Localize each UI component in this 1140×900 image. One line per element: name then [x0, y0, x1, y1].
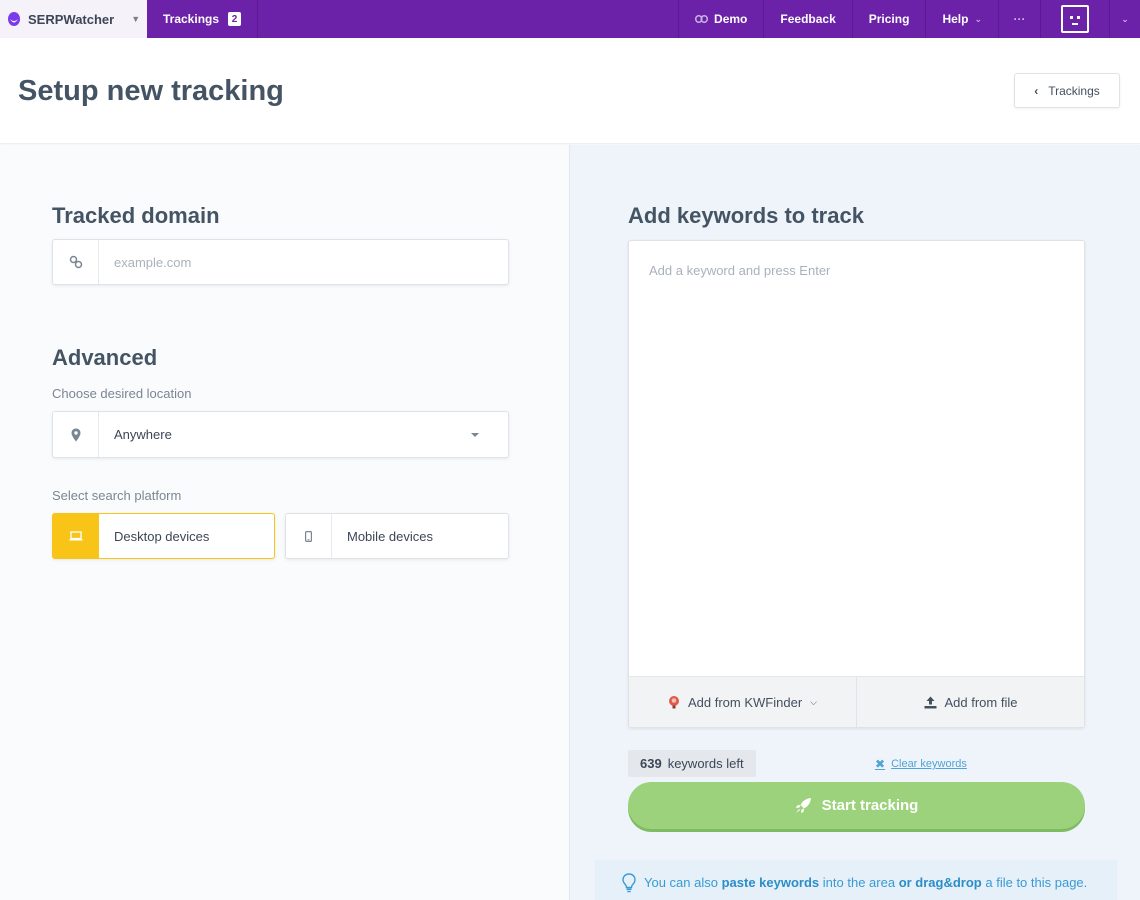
- map-pin-icon: [53, 412, 99, 457]
- app-switcher[interactable]: SERPWatcher ▼: [0, 0, 147, 38]
- hint-part-1: You can also: [644, 875, 718, 890]
- keywords-textarea[interactable]: [629, 241, 1084, 676]
- platform-mobile-label: Mobile devices: [347, 528, 433, 544]
- domain-field: [52, 239, 509, 285]
- keywords-left-count: 639: [640, 756, 662, 771]
- app-name: SERPWatcher: [28, 11, 115, 27]
- hint-drag-drop: or drag&drop: [898, 875, 982, 890]
- account-menu-toggle[interactable]: ⌄: [1110, 0, 1140, 38]
- add-keywords-heading: Add keywords to track: [628, 203, 864, 228]
- link-icon: [53, 240, 99, 284]
- keywords-left-counter: 639 keywords left: [628, 750, 756, 777]
- nav-pricing[interactable]: Pricing: [851, 0, 926, 38]
- chevron-down-icon: ▼: [131, 14, 141, 24]
- add-from-kwfinder-label: Add from KWFinder: [688, 694, 803, 710]
- keywords-box: Add from KWFinder ⌵ Add from file: [628, 240, 1085, 728]
- tracking-settings-panel: Tracked domain Advanced Choose desired l…: [0, 145, 570, 900]
- nav-demo[interactable]: Demo: [678, 0, 763, 38]
- add-from-kwfinder-button[interactable]: Add from KWFinder ⌵: [629, 677, 856, 727]
- rocket-icon: [795, 798, 811, 813]
- platform-desktop-label: Desktop devices: [114, 528, 210, 544]
- chevron-down-icon: ⌵: [810, 696, 817, 707]
- location-select[interactable]: Anywhere: [52, 411, 509, 458]
- page-header: Setup new tracking ‹ Trackings: [0, 38, 1140, 144]
- platform-mobile-option[interactable]: Mobile devices: [285, 513, 509, 559]
- serpwatcher-logo-icon: [8, 12, 20, 26]
- hint-part-3: a file to this page.: [985, 875, 1088, 890]
- hint-part-2: into the area: [822, 875, 896, 890]
- platform-label: Select search platform: [52, 488, 182, 503]
- keywords-panel: Add keywords to track Add from KWFinder …: [570, 145, 1140, 900]
- user-avatar-button[interactable]: [1040, 0, 1110, 38]
- add-from-file-button[interactable]: Add from file: [856, 677, 1084, 727]
- keywords-actions: Add from KWFinder ⌵ Add from file: [629, 676, 1084, 727]
- nav-trackings[interactable]: Trackings 2: [147, 0, 259, 38]
- back-to-trackings-button[interactable]: ‹ Trackings: [1014, 73, 1120, 108]
- start-tracking-button[interactable]: Start tracking: [628, 782, 1085, 829]
- chevron-down-icon: ⌄: [1121, 13, 1129, 24]
- link-icon: [695, 15, 709, 23]
- ellipsis-icon: ···: [1013, 12, 1026, 26]
- back-button-label: Trackings: [1048, 83, 1100, 98]
- lightbulb-icon: [622, 872, 636, 892]
- keywords-left-label: keywords left: [667, 756, 744, 771]
- chevron-down-icon: ⌄: [974, 13, 982, 24]
- hint-paste-keywords: paste keywords: [721, 875, 820, 890]
- location-value: Anywhere: [114, 427, 172, 442]
- nav-more[interactable]: ···: [998, 0, 1040, 38]
- start-tracking-label: Start tracking: [821, 797, 919, 814]
- top-navigation-bar: SERPWatcher ▼ Trackings 2 Demo Feedback …: [0, 0, 1140, 38]
- advanced-heading: Advanced: [52, 345, 158, 370]
- nav-pricing-label: Pricing: [868, 12, 910, 26]
- paste-hint: You can also paste keywords into the are…: [595, 860, 1117, 900]
- nav-feedback-label: Feedback: [780, 12, 836, 26]
- nav-help-label: Help: [942, 12, 969, 26]
- clear-keywords-link[interactable]: ✖ Clear keywords: [875, 757, 967, 771]
- laptop-icon: [53, 514, 99, 558]
- caret-down-icon: [471, 432, 479, 437]
- domain-input[interactable]: [99, 240, 508, 284]
- hint-text: You can also paste keywords into the are…: [644, 875, 1087, 890]
- kwfinder-icon: [669, 696, 679, 709]
- trackings-count-badge: 2: [228, 12, 242, 26]
- clear-keywords-label: Clear keywords: [891, 758, 967, 770]
- add-from-file-label: Add from file: [944, 694, 1018, 710]
- nav-help[interactable]: Help ⌄: [925, 0, 998, 38]
- page-title: Setup new tracking: [18, 75, 284, 107]
- tracked-domain-heading: Tracked domain: [52, 203, 220, 228]
- robot-avatar-icon: [1061, 5, 1089, 33]
- upload-icon: [924, 696, 936, 708]
- platform-desktop-option[interactable]: Desktop devices: [52, 513, 275, 559]
- nav-feedback[interactable]: Feedback: [763, 0, 851, 38]
- nav-trackings-label: Trackings: [163, 12, 220, 26]
- location-label: Choose desired location: [52, 386, 192, 401]
- mobile-icon: [286, 514, 332, 558]
- nav-demo-label: Demo: [714, 12, 748, 26]
- chevron-left-icon: ‹: [1034, 83, 1039, 98]
- close-icon: ✖: [875, 757, 886, 771]
